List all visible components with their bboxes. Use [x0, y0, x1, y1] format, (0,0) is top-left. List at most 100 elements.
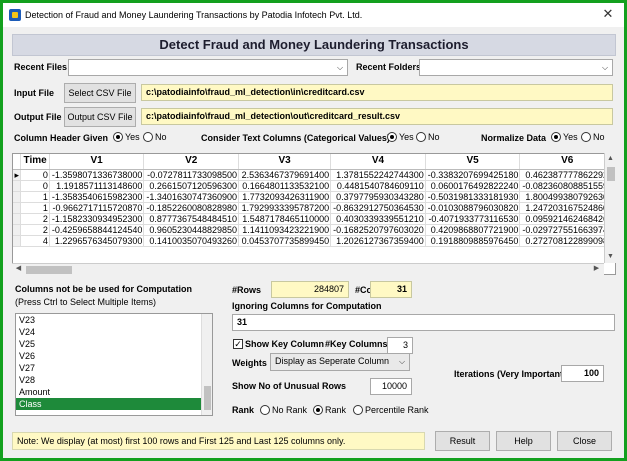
- list-item-selected[interactable]: Class: [16, 398, 212, 410]
- table-row[interactable]: 1 -1.3583540615982300 -1.3401630747360900 1…: [13, 191, 615, 203]
- table-row[interactable]: ▸ 0 -1.3598071336738000 -0.072781173309850…: [13, 169, 615, 181]
- input-file-path[interactable]: c:\patodiainfo\fraud_ml_detection\in\cre…: [141, 84, 613, 101]
- scroll-thumb[interactable]: [204, 386, 211, 410]
- scroll-down-icon[interactable]: ▼: [605, 252, 616, 262]
- table-cell[interactable]: 1.7732093426311900: [238, 191, 332, 203]
- scroll-thumb[interactable]: [607, 167, 615, 181]
- table-cell[interactable]: 2: [20, 213, 50, 225]
- key-columns-input[interactable]: 3: [387, 337, 413, 354]
- table-cell[interactable]: 0.4623877778622920: [519, 169, 615, 181]
- table-cell[interactable]: -1.3401630747360900: [143, 191, 240, 203]
- table-cell[interactable]: -0.0823608088515590: [519, 180, 615, 192]
- table-row[interactable]: 2 -1.1582330934952300 0.8777367548484510 1.…: [13, 213, 615, 225]
- table-cell[interactable]: -1.3598071336738000: [49, 169, 145, 181]
- close-window-icon[interactable]: ✕: [598, 5, 618, 23]
- table-cell[interactable]: 0.0959214624684260: [519, 213, 615, 225]
- column-header[interactable]: V1: [49, 154, 145, 170]
- list-item[interactable]: V27: [16, 362, 212, 374]
- list-scrollbar[interactable]: [201, 314, 212, 415]
- table-cell[interactable]: -0.4071933773116530: [425, 213, 521, 225]
- scroll-thumb[interactable]: [26, 266, 72, 274]
- no-rank-radio[interactable]: No Rank: [260, 405, 307, 415]
- column-header[interactable]: V5: [425, 154, 521, 170]
- recent-files-dropdown[interactable]: ⌵: [68, 59, 348, 76]
- table-cell[interactable]: 1.7929933395787200: [238, 202, 332, 214]
- column-header[interactable]: V2: [143, 154, 240, 170]
- table-cell[interactable]: 1.1918571113148600: [49, 180, 145, 192]
- table-cell[interactable]: 0.3797795930343280: [330, 191, 426, 203]
- column-header[interactable]: V6: [519, 154, 615, 170]
- column-header[interactable]: V4: [330, 154, 426, 170]
- table-cell[interactable]: 2: [20, 224, 50, 236]
- column-header[interactable]: Time: [20, 154, 50, 170]
- table-cell[interactable]: 1.2026127367359400: [330, 235, 426, 247]
- table-cell[interactable]: -0.0297275516639740: [519, 224, 615, 236]
- table-cell[interactable]: -0.5031981333181930: [425, 191, 521, 203]
- grid-vertical-scrollbar[interactable]: ▲ ▼: [604, 153, 616, 263]
- normalize-yes-radio[interactable]: Yes: [551, 132, 578, 142]
- weights-dropdown[interactable]: Display as Seperate Column ⌵: [270, 353, 410, 371]
- table-cell[interactable]: 0.1918809885976450: [425, 235, 521, 247]
- table-cell[interactable]: -1.3583540615982300: [49, 191, 145, 203]
- table-row[interactable]: 2 -0.4259658844124540 0.9605230448829850 1.…: [13, 224, 615, 236]
- column-header-yes-radio[interactable]: Yes: [113, 132, 140, 142]
- exclude-columns-list[interactable]: V23 V24 V25 V26 V27 V28 Amount Class: [15, 313, 213, 416]
- table-cell[interactable]: -0.1682520797603020: [330, 224, 426, 236]
- table-cell[interactable]: 1.2472031675248600: [519, 202, 615, 214]
- percentile-rank-radio[interactable]: Percentile Rank: [353, 405, 429, 415]
- help-button[interactable]: Help: [496, 431, 551, 451]
- table-cell[interactable]: 1.1411093423221900: [238, 224, 332, 236]
- table-cell[interactable]: 0.8777367548484510: [143, 213, 240, 225]
- table-cell[interactable]: 0.4030339339551210: [330, 213, 426, 225]
- text-columns-yes-radio[interactable]: Yes: [387, 132, 414, 142]
- list-item[interactable]: V26: [16, 350, 212, 362]
- table-cell[interactable]: 1: [20, 191, 50, 203]
- text-columns-no-radio[interactable]: No: [416, 132, 440, 142]
- table-cell[interactable]: 0.1410035070493260: [143, 235, 240, 247]
- scroll-left-icon[interactable]: ◀: [13, 264, 24, 274]
- table-cell[interactable]: 0.0453707735899450: [238, 235, 332, 247]
- table-cell[interactable]: 1.8004993807926300: [519, 191, 615, 203]
- table-cell[interactable]: -0.8632912750364530: [330, 202, 426, 214]
- table-cell[interactable]: 4: [20, 235, 50, 247]
- result-button[interactable]: Result: [435, 431, 490, 451]
- table-cell[interactable]: 0: [20, 169, 50, 181]
- table-cell[interactable]: -0.1852260080828980: [143, 202, 240, 214]
- column-header[interactable]: V3: [238, 154, 332, 170]
- table-cell[interactable]: -0.0727811733098500: [143, 169, 240, 181]
- table-cell[interactable]: -1.1582330934952300: [49, 213, 145, 225]
- output-csv-button[interactable]: Output CSV File: [64, 107, 136, 127]
- table-row[interactable]: 1 -0.9662717115720870 -0.1852260080828980 1…: [13, 202, 615, 214]
- rank-radio[interactable]: Rank: [313, 405, 346, 415]
- table-cell[interactable]: -0.9662717115720870: [49, 202, 145, 214]
- table-row[interactable]: 0 1.1918571113148600 0.2661507120596300 0.1…: [13, 180, 615, 192]
- table-cell[interactable]: 0.1664801133532100: [238, 180, 332, 192]
- data-grid[interactable]: Time V1 V2 V3 V4 V5 V6 ▸ 0 -1.35980713367…: [12, 153, 616, 275]
- table-cell[interactable]: 0.0600176492822240: [425, 180, 521, 192]
- iterations-input[interactable]: 100: [561, 365, 604, 382]
- grid-horizontal-scrollbar[interactable]: ◀ ▶: [12, 263, 604, 275]
- select-csv-button[interactable]: Select CSV File: [64, 83, 136, 103]
- table-cell[interactable]: 0.2661507120596300: [143, 180, 240, 192]
- list-item[interactable]: Amount: [16, 386, 212, 398]
- normalize-no-radio[interactable]: No: [581, 132, 605, 142]
- list-item[interactable]: V23: [16, 314, 212, 326]
- table-cell[interactable]: 1.2296576345079300: [49, 235, 145, 247]
- table-cell[interactable]: 2.5363467379691400: [238, 169, 332, 181]
- table-cell[interactable]: 0.4481540784609110: [330, 180, 426, 192]
- close-button[interactable]: Close: [557, 431, 612, 451]
- list-item[interactable]: V24: [16, 326, 212, 338]
- recent-folders-dropdown[interactable]: ⌵: [419, 59, 613, 76]
- show-key-column-checkbox[interactable]: ✓: [233, 339, 243, 349]
- list-item[interactable]: V25: [16, 338, 212, 350]
- table-row[interactable]: 4 1.2296576345079300 0.1410035070493260 0.0…: [13, 235, 615, 247]
- table-cell[interactable]: 1.3781552242744300: [330, 169, 426, 181]
- column-header-no-radio[interactable]: No: [143, 132, 167, 142]
- table-cell[interactable]: 0.4209868807721900: [425, 224, 521, 236]
- table-cell[interactable]: -0.0103088796030820: [425, 202, 521, 214]
- unusual-rows-input[interactable]: 10000: [370, 378, 412, 395]
- output-file-path[interactable]: c:\patodiainfo\fraud_ml_detection\out\cr…: [141, 108, 613, 125]
- table-cell[interactable]: -0.4259658844124540: [49, 224, 145, 236]
- table-cell[interactable]: 0.9605230448829850: [143, 224, 240, 236]
- ignore-columns-input[interactable]: 31: [232, 314, 615, 331]
